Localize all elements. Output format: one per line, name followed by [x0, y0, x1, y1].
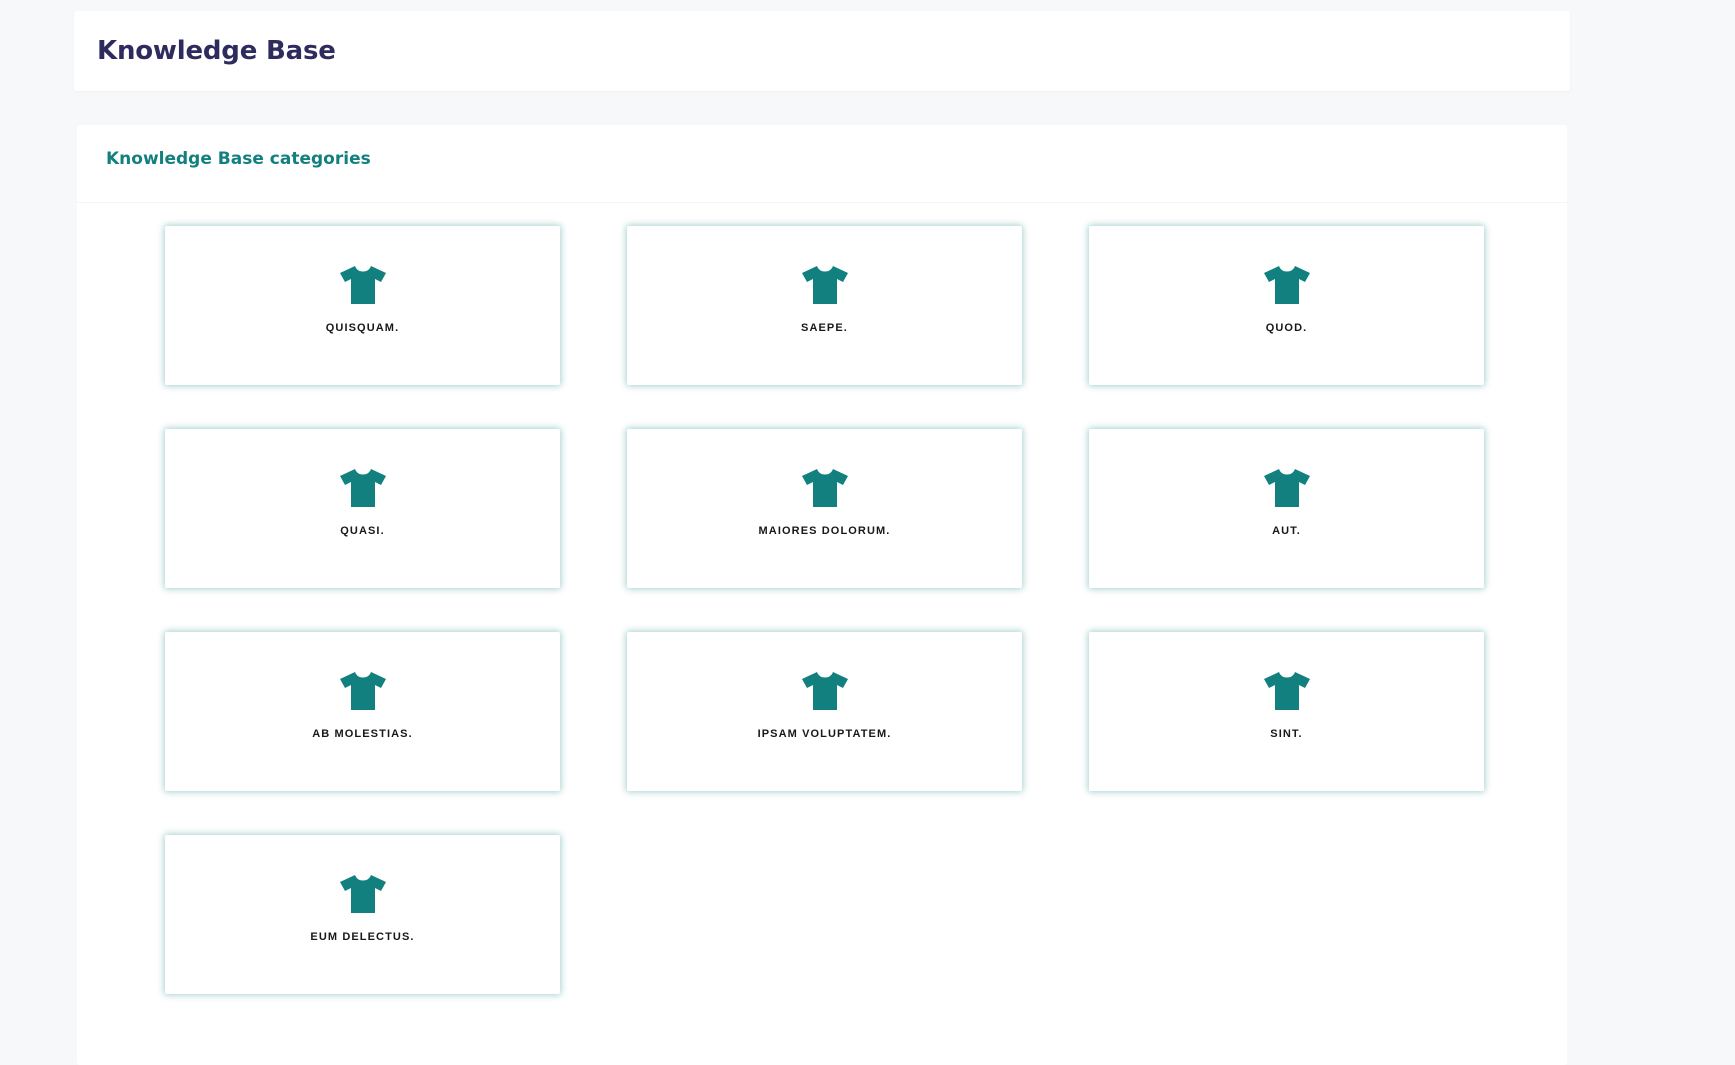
category-label: MAIORES DOLORUM. [758, 525, 891, 537]
category-card[interactable]: QUOD. [1089, 226, 1484, 385]
category-card[interactable]: SAEPE. [627, 226, 1022, 385]
tshirt-icon [338, 265, 388, 305]
tshirt-icon [338, 671, 388, 711]
category-card[interactable]: AUT. [1089, 429, 1484, 588]
tshirt-icon [800, 468, 850, 508]
category-label: AB MOLESTIAS. [312, 728, 413, 740]
category-card[interactable]: QUASI. [165, 429, 560, 588]
tshirt-icon [1262, 265, 1312, 305]
category-label: QUISQUAM. [325, 322, 400, 334]
category-label: EUM DELECTUS. [310, 931, 415, 943]
category-label: QUASI. [340, 525, 385, 537]
tshirt-icon [338, 468, 388, 508]
category-card[interactable]: IPSAM VOLUPTATEM. [627, 632, 1022, 791]
panel-header: Knowledge Base categories [77, 125, 1567, 203]
page-header: Knowledge Base [74, 11, 1570, 91]
tshirt-icon [800, 265, 850, 305]
category-card[interactable]: AB MOLESTIAS. [165, 632, 560, 791]
tshirt-icon [1262, 468, 1312, 508]
category-grid: QUISQUAM. SAEPE. QUOD. QUASI. MAIORES DO… [165, 226, 1485, 994]
category-card[interactable]: MAIORES DOLORUM. [627, 429, 1022, 588]
panel-title: Knowledge Base categories [106, 149, 371, 169]
category-label: AUT. [1272, 525, 1301, 537]
category-label: QUOD. [1265, 322, 1308, 334]
category-label: SAEPE. [801, 322, 848, 334]
category-label: SINT. [1270, 728, 1303, 740]
tshirt-icon [800, 671, 850, 711]
category-card[interactable]: EUM DELECTUS. [165, 835, 560, 994]
tshirt-icon [1262, 671, 1312, 711]
categories-panel: Knowledge Base categories QUISQUAM. SAEP… [77, 125, 1567, 1065]
page-title: Knowledge Base [97, 36, 336, 66]
category-card[interactable]: SINT. [1089, 632, 1484, 791]
category-card[interactable]: QUISQUAM. [165, 226, 560, 385]
category-label: IPSAM VOLUPTATEM. [757, 728, 892, 740]
tshirt-icon [338, 874, 388, 914]
